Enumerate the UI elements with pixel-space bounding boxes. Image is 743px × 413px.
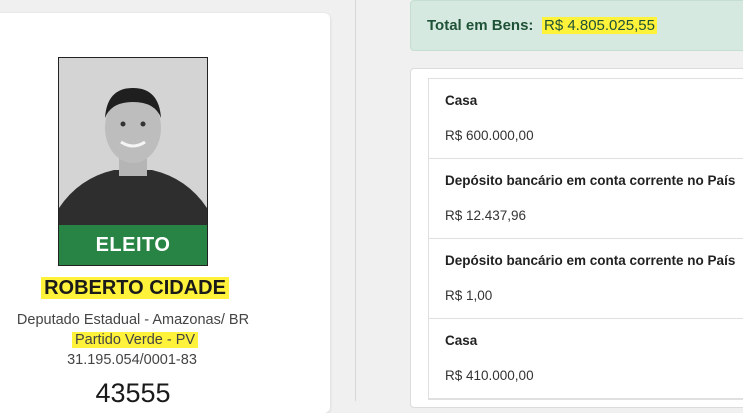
asset-value: R$ 1,00: [445, 288, 493, 303]
list-item: Depósito bancário em conta corrente no P…: [429, 239, 743, 319]
candidate-photo: ELEITO: [58, 57, 208, 266]
assets-list: Casa R$ 600.000,00 Depósito bancário em …: [428, 78, 743, 400]
list-item: Casa R$ 600.000,00: [429, 79, 743, 159]
list-item: Depósito bancário em conta corrente no P…: [429, 159, 743, 239]
candidate-number: 43555: [95, 378, 171, 408]
asset-title: Depósito bancário em conta corrente no P…: [445, 253, 736, 268]
candidate-cnpj: 31.195.054/0001-83: [67, 352, 197, 368]
asset-title: Casa: [445, 333, 478, 348]
list-item: Casa R$ 410.000,00: [429, 319, 743, 399]
total-assets-label: Total em Bens:: [427, 17, 534, 34]
total-assets-value: R$ 4.805.025,55: [542, 17, 657, 34]
asset-title: Casa: [445, 93, 478, 108]
candidate-card: ELEITO ROBERTO CIDADE Deputado Estadual …: [0, 13, 330, 413]
candidate-role: Deputado Estadual - Amazonas/ BR: [16, 312, 250, 328]
asset-value: R$ 600.000,00: [445, 128, 534, 143]
candidate-party: Partido Verde - PV: [0, 332, 290, 348]
asset-title: Depósito bancário em conta corrente no P…: [445, 173, 736, 188]
elected-badge: ELEITO: [59, 225, 207, 265]
panel-divider: [355, 0, 356, 401]
asset-value: R$ 410.000,00: [445, 368, 534, 383]
candidate-name: ROBERTO CIDADE: [0, 277, 290, 300]
asset-value: R$ 12.437,96: [445, 208, 527, 223]
total-assets-box: Total em Bens: R$ 4.805.025,55: [410, 0, 743, 51]
